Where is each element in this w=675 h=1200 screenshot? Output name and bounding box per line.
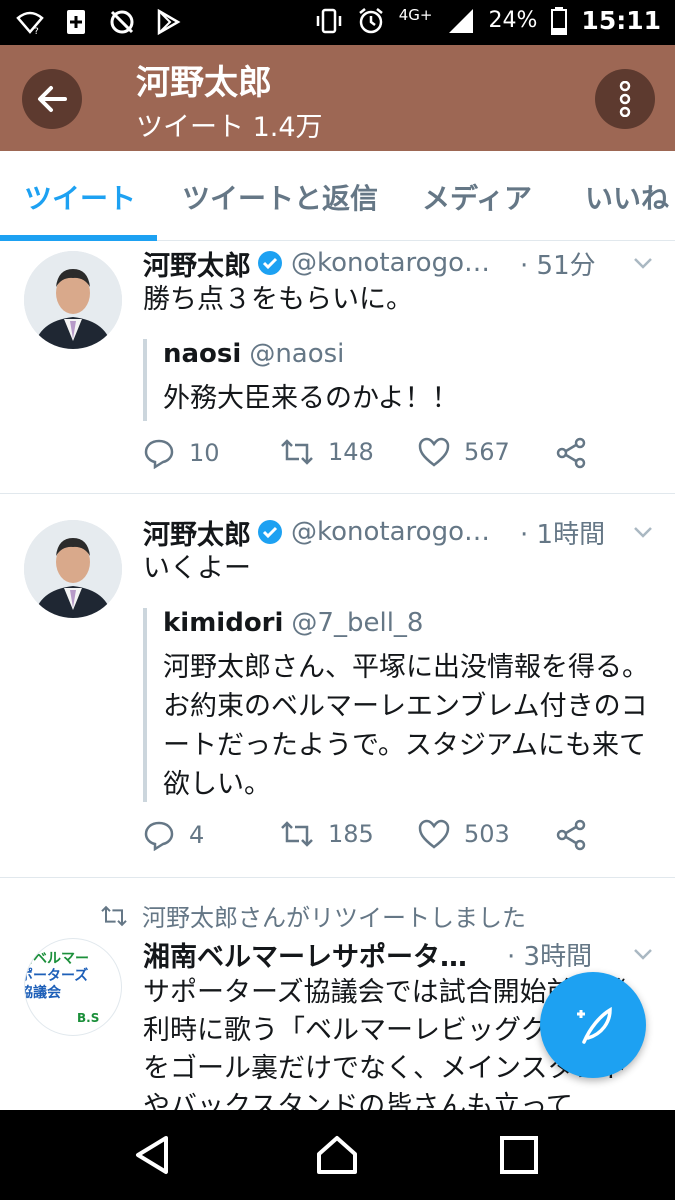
tweet-text: 勝ち点３をもらいに。 [143, 284, 413, 315]
tab-media[interactable]: メディア [422, 177, 532, 217]
reply-count: 10 [189, 439, 220, 467]
retweet-button[interactable]: 148 [280, 437, 374, 467]
tweet-count: ツイート 1.4万 [136, 112, 323, 143]
nav-home-icon[interactable] [314, 1132, 360, 1178]
author-name[interactable]: 湘南ベルマーレサポーター... [143, 935, 493, 974]
author-handle: @konotarogoma... [291, 248, 506, 278]
more-vertical-icon [619, 81, 631, 117]
retweet-count: 185 [328, 820, 374, 848]
tab-tweets[interactable]: ツイート [24, 177, 136, 217]
battery-icon [551, 6, 568, 35]
reply-button[interactable]: 10 [143, 437, 220, 469]
tab-tweets-and-replies[interactable]: ツイートと返信 [182, 177, 378, 217]
share-icon [556, 819, 586, 851]
reply-icon [144, 821, 174, 851]
battery-percent: 24% [488, 8, 538, 33]
like-button[interactable]: 567 [418, 437, 510, 467]
author-name[interactable]: 河野太郎 [143, 513, 251, 552]
tweet-text: いくよー [143, 553, 251, 584]
avatar-logo-text: 協議会 [25, 985, 61, 1001]
network-type: 4G+ [398, 5, 433, 24]
quoted-author-handle: @7_bell_8 [291, 608, 424, 638]
chevron-down-icon[interactable] [631, 942, 655, 966]
compose-feather-icon [577, 1006, 612, 1044]
chevron-down-icon[interactable] [631, 251, 655, 275]
svg-text:?: ? [34, 27, 39, 36]
quoted-author-name: kimidori [163, 608, 284, 638]
wifi-icon: ? [16, 11, 44, 36]
tweet-time: · 3時間 [507, 941, 593, 972]
retweeted-by-text: 河野太郎さんがリツイートしました [142, 904, 526, 932]
quoted-tweet[interactable]: naosi @naosi 外務大臣来るのかよ！！ [143, 339, 651, 421]
tweet-time: · 51分 [520, 250, 596, 281]
reply-button[interactable]: 4 [143, 819, 204, 851]
more-options-button[interactable] [595, 69, 655, 129]
profile-tabs: ツイート ツイートと返信 メディア いいね [0, 151, 675, 241]
retweet-context: 河野太郎さんがリツイートしました [100, 898, 526, 933]
like-count: 503 [464, 820, 510, 848]
author-handle: @konotarogom... [291, 517, 506, 547]
reply-icon [144, 439, 174, 469]
share-button[interactable] [555, 819, 587, 851]
reply-count: 4 [189, 821, 205, 849]
avatar-logo-text: B.S [77, 1011, 100, 1025]
arrow-left-icon [38, 86, 67, 112]
tab-likes[interactable]: いいね [585, 177, 669, 217]
retweet-button[interactable]: 185 [280, 819, 374, 849]
tweet-actions: 4 185 503 [143, 819, 595, 859]
avatar[interactable]: 南ベルマー ポーターズ 協議会 B.S [24, 938, 122, 1036]
nav-back-icon[interactable] [130, 1132, 176, 1178]
quoted-author-handle: @naosi [249, 339, 345, 369]
like-count: 567 [464, 438, 510, 466]
retweet-icon [281, 439, 313, 465]
avatar-logo-text: 南ベルマー [24, 951, 89, 967]
quoted-text: 外務大臣来るのかよ！！ [163, 383, 459, 414]
author-name[interactable]: 河野太郎 [143, 244, 251, 283]
tweet-time: · 1時間 [520, 519, 606, 550]
system-nav-bar [0, 1110, 675, 1200]
avatar-logo-text: ポーターズ [24, 968, 89, 984]
back-button[interactable] [22, 69, 82, 129]
heart-icon [418, 819, 450, 849]
retweet-count: 148 [328, 438, 374, 466]
quoted-text: 河野太郎さん、平塚に出没情報を得る。お約束のベルマーレエンブレム付きのコートだっ… [163, 652, 649, 800]
heart-icon [418, 437, 450, 467]
profile-name: 河野太郎 [136, 63, 272, 103]
tweet-actions: 10 148 567 [143, 437, 595, 477]
play-store-icon [157, 8, 181, 36]
quoted-author-name: naosi [163, 339, 242, 369]
nav-recents-icon[interactable] [496, 1132, 542, 1178]
retweet-icon [281, 821, 313, 847]
tweet-item[interactable]: 河野太郎 @konotarogom... · 1時間 いくよー kimidori… [0, 494, 675, 878]
avatar[interactable] [24, 520, 122, 618]
share-icon [556, 437, 586, 469]
status-bar: ? 4G+ 24% 15:11 [0, 0, 675, 45]
avatar[interactable] [24, 251, 122, 349]
clock: 15:11 [581, 6, 661, 35]
vibrate-icon [316, 8, 342, 33]
tweet-item[interactable]: 河野太郎 @konotarogoma... · 51分 勝ち点３をもらいに。 n… [0, 241, 675, 494]
signal-icon [448, 8, 473, 33]
quoted-tweet[interactable]: kimidori @7_bell_8 河野太郎さん、平塚に出没情報を得る。お約束の… [143, 608, 651, 802]
share-button[interactable] [555, 437, 587, 469]
chevron-down-icon[interactable] [631, 520, 655, 544]
profile-header: 河野太郎 ツイート 1.4万 [0, 45, 675, 151]
verified-badge-icon [258, 251, 282, 275]
sim-add-icon [67, 10, 85, 34]
retweet-icon [101, 905, 127, 926]
alarm-icon [358, 7, 383, 33]
like-button[interactable]: 503 [418, 819, 510, 849]
sync-off-icon [110, 10, 134, 34]
compose-tweet-button[interactable] [540, 972, 646, 1078]
verified-badge-icon [258, 520, 282, 544]
